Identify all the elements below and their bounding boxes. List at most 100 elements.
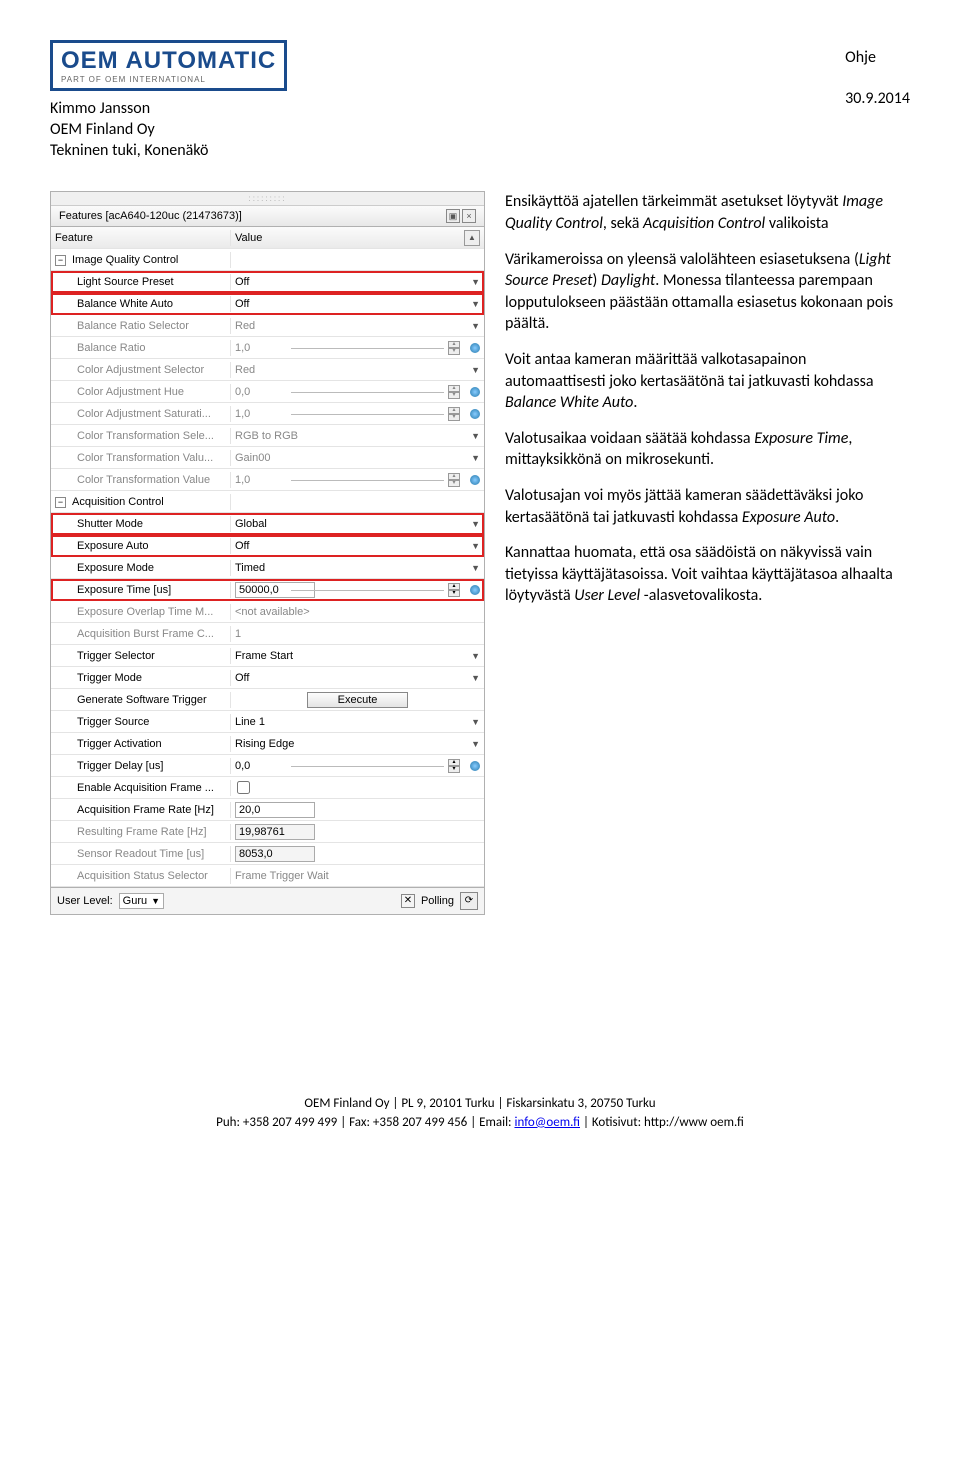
row-exposure-overlap-time: Exposure Overlap Time M... <not availabl… [51, 601, 484, 623]
spinner-icon[interactable]: ▴▾ [448, 341, 460, 355]
dropdown-icon[interactable]: ▼ [471, 321, 480, 331]
footer-email-link[interactable]: info@oem.fi [514, 1115, 580, 1130]
enable-acq-frame-checkbox[interactable] [237, 781, 250, 794]
dropdown-icon[interactable]: ▼ [471, 431, 480, 441]
row-color-transformation-selector[interactable]: Color Transformation Sele... RGB to RGB▼ [51, 425, 484, 447]
dropdown-icon[interactable]: ▼ [471, 519, 480, 529]
dropdown-icon[interactable]: ▼ [471, 651, 480, 661]
section-acquisition-control[interactable]: −Acquisition Control [51, 491, 484, 513]
paragraph-3: Voit antaa kameran määrittää valkotasapa… [505, 349, 910, 414]
header-left: OEM AUTOMATIC PART OF OEM INTERNATIONAL … [50, 40, 480, 161]
dropdown-icon[interactable]: ▼ [471, 365, 480, 375]
panel-grip[interactable]: ::::::::: [51, 192, 484, 206]
dropdown-icon[interactable]: ▼ [471, 299, 480, 309]
footer-line2: Puh: +358 207 499 499 | Fax: +358 207 49… [50, 1114, 910, 1132]
dropdown-icon[interactable]: ▼ [471, 563, 480, 573]
paragraph-4: Valotusaikaa voidaan säätää kohdassa Exp… [505, 428, 910, 471]
polling-label: Polling [421, 895, 454, 907]
row-trigger-delay[interactable]: Trigger Delay [us] 0,0▴▾ [51, 755, 484, 777]
properties-grid: Feature Value ▲ −Image Quality Control L… [51, 227, 484, 887]
row-trigger-mode[interactable]: Trigger Mode Off▼ [51, 667, 484, 689]
slider-handle-icon[interactable] [470, 387, 480, 397]
panel-close-icon[interactable]: × [462, 209, 476, 223]
footer-line1: OEM Finland Oy | PL 9, 20101 Turku | Fis… [50, 1095, 910, 1113]
row-color-transformation-value-selector[interactable]: Color Transformation Valu... Gain00▼ [51, 447, 484, 469]
slider-handle-icon[interactable] [470, 761, 480, 771]
row-balance-ratio[interactable]: Balance Ratio 1,0▴▾ [51, 337, 484, 359]
execute-button[interactable]: Execute [307, 692, 409, 708]
spinner-icon[interactable]: ▴▾ [448, 473, 460, 487]
spinner-icon[interactable]: ▴▾ [448, 759, 460, 773]
spinner-icon[interactable]: ▴▾ [448, 407, 460, 421]
collapse-icon[interactable]: − [55, 255, 66, 266]
dropdown-icon[interactable]: ▼ [471, 739, 480, 749]
row-shutter-mode[interactable]: Shutter Mode Global▼ [51, 513, 484, 535]
company-logo: OEM AUTOMATIC PART OF OEM INTERNATIONAL [50, 40, 287, 91]
row-color-adjustment-selector[interactable]: Color Adjustment Selector Red▼ [51, 359, 484, 381]
author-block: Kimmo Jansson OEM Finland Oy Tekninen tu… [50, 99, 480, 161]
row-resulting-frame-rate: Resulting Frame Rate [Hz] [51, 821, 484, 843]
row-generate-software-trigger: Generate Software Trigger Execute [51, 689, 484, 711]
dropdown-icon[interactable]: ▼ [471, 717, 480, 727]
row-exposure-mode[interactable]: Exposure Mode Timed▼ [51, 557, 484, 579]
slider-handle-icon[interactable] [470, 585, 480, 595]
author-dept: Tekninen tuki, Konenäkö [50, 141, 480, 162]
author-name: Kimmo Jansson [50, 99, 480, 120]
row-trigger-source[interactable]: Trigger Source Line 1▼ [51, 711, 484, 733]
explanation-text: Ensikäyttöä ajatellen tärkeimmät asetuks… [505, 191, 910, 915]
sensor-readout-field [235, 846, 315, 862]
spinner-icon[interactable]: ▴▾ [448, 583, 460, 597]
features-panel-screenshot: ::::::::: Features [acA640-120uc (214736… [50, 191, 485, 915]
row-balance-ratio-selector[interactable]: Balance Ratio Selector Red▼ [51, 315, 484, 337]
grid-header-row: Feature Value ▲ [51, 227, 484, 249]
row-enable-acquisition-frame[interactable]: Enable Acquisition Frame ... [51, 777, 484, 799]
header-right: Ohje 30.9.2014 [845, 48, 910, 110]
row-trigger-activation[interactable]: Trigger Activation Rising Edge▼ [51, 733, 484, 755]
acq-frame-rate-input[interactable] [235, 802, 315, 818]
row-color-transformation-value[interactable]: Color Transformation Value 1,0▴▾ [51, 469, 484, 491]
author-company: OEM Finland Oy [50, 120, 480, 141]
logo-text-bottom: PART OF OEM INTERNATIONAL [61, 75, 276, 84]
slider-handle-icon[interactable] [470, 475, 480, 485]
collapse-icon[interactable]: − [55, 497, 66, 508]
panel-bottom-bar: User Level: Guru ▼ ✕ Polling ⟳ [51, 887, 484, 914]
row-exposure-time[interactable]: Exposure Time [us] ▴▾ [51, 579, 484, 601]
dropdown-icon[interactable]: ▼ [471, 541, 480, 551]
doc-title: Ohje [845, 48, 910, 69]
doc-date: 30.9.2014 [845, 89, 910, 110]
paragraph-1: Ensikäyttöä ajatellen tärkeimmät asetuks… [505, 191, 910, 234]
document-header: OEM AUTOMATIC PART OF OEM INTERNATIONAL … [50, 40, 910, 161]
logo-text-top: OEM AUTOMATIC [61, 47, 276, 75]
section-image-quality-control[interactable]: −Image Quality Control [51, 249, 484, 271]
dropdown-icon[interactable]: ▼ [471, 453, 480, 463]
dropdown-icon[interactable]: ▼ [471, 673, 480, 683]
paragraph-6: Kannattaa huomata, että osa säädöistä on… [505, 542, 910, 607]
row-light-source-preset[interactable]: Light Source Preset Off▼ [51, 271, 484, 293]
row-sensor-readout-time: Sensor Readout Time [us] [51, 843, 484, 865]
polling-close-icon[interactable]: ✕ [401, 894, 415, 908]
panel-pin-icon[interactable]: ▣ [446, 209, 460, 223]
row-color-adjustment-hue[interactable]: Color Adjustment Hue 0,0▴▾ [51, 381, 484, 403]
row-color-adjustment-saturation[interactable]: Color Adjustment Saturati... 1,0▴▾ [51, 403, 484, 425]
row-acquisition-frame-rate[interactable]: Acquisition Frame Rate [Hz] [51, 799, 484, 821]
col-value[interactable]: Value [235, 232, 262, 244]
row-acquisition-status-selector[interactable]: Acquisition Status Selector Frame Trigge… [51, 865, 484, 887]
paragraph-2: Värikameroissa on yleensä valolähteen es… [505, 249, 910, 335]
panel-titlebar: Features [acA640-120uc (21473673)] ▣ × [51, 206, 484, 227]
row-exposure-auto[interactable]: Exposure Auto Off▼ [51, 535, 484, 557]
spinner-icon[interactable]: ▴▾ [448, 385, 460, 399]
user-level-select[interactable]: Guru ▼ [119, 893, 164, 909]
paragraph-5: Valotusajan voi myös jättää kameran sääd… [505, 485, 910, 528]
row-balance-white-auto[interactable]: Balance White Auto Off▼ [51, 293, 484, 315]
slider-handle-icon[interactable] [470, 343, 480, 353]
polling-refresh-icon[interactable]: ⟳ [460, 892, 478, 910]
slider-handle-icon[interactable] [470, 409, 480, 419]
page-footer: OEM Finland Oy | PL 9, 20101 Turku | Fis… [50, 1095, 910, 1131]
row-trigger-selector[interactable]: Trigger Selector Frame Start▼ [51, 645, 484, 667]
dropdown-icon[interactable]: ▼ [471, 277, 480, 287]
panel-title-text: Features [acA640-120uc (21473673)] [59, 210, 444, 222]
scroll-up-icon[interactable]: ▲ [464, 230, 480, 246]
document-page: OEM AUTOMATIC PART OF OEM INTERNATIONAL … [0, 0, 960, 1172]
col-feature[interactable]: Feature [51, 230, 231, 246]
content-area: ::::::::: Features [acA640-120uc (214736… [50, 191, 910, 915]
